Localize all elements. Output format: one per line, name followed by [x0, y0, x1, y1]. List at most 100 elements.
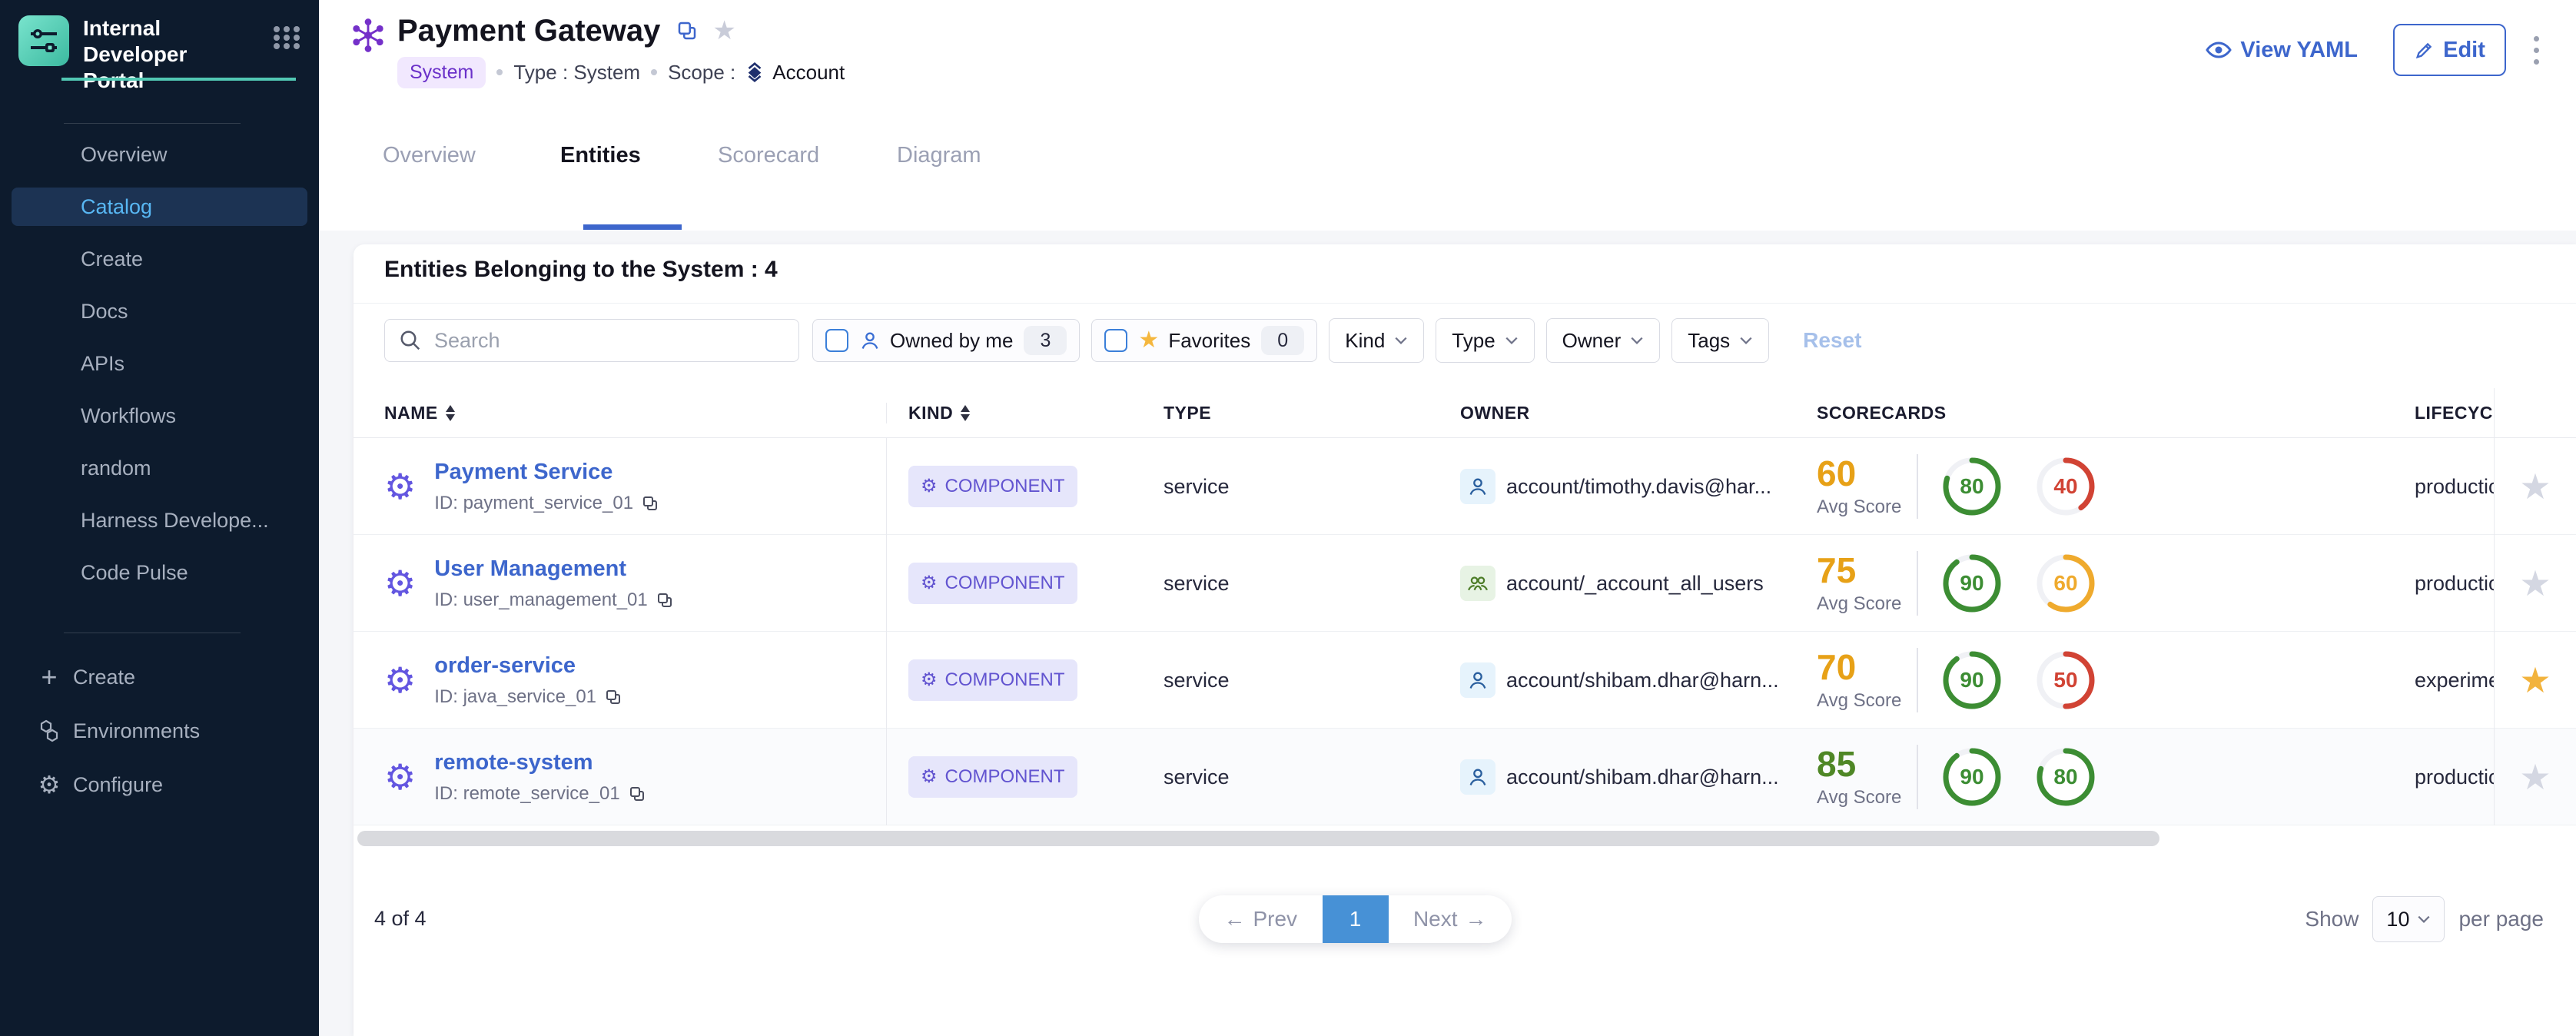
tab-entities[interactable]: Entities — [560, 131, 641, 235]
sidebar-footer-environments[interactable]: Environments — [0, 712, 319, 750]
page-size-select[interactable]: 10 — [2372, 896, 2445, 942]
apps-grid-icon[interactable] — [271, 22, 303, 58]
owner-filter-dropdown[interactable]: Owner — [1546, 318, 1661, 363]
scope-value: Account — [772, 61, 845, 85]
sidebar-footer-configure[interactable]: ⚙ Configure — [0, 765, 319, 804]
copy-id-icon[interactable] — [604, 688, 622, 706]
sort-icon[interactable] — [961, 405, 970, 421]
sort-icon[interactable] — [446, 405, 455, 421]
avg-score-value: 75 — [1817, 552, 1917, 589]
favorite-cell: ★ — [2494, 632, 2576, 729]
table-row: ⚙ order-service ID: java_service_01 ⚙ CO… — [354, 632, 2576, 729]
next-label: Next — [1413, 907, 1458, 931]
kind-badge: ⚙ COMPONENT — [908, 466, 1077, 507]
component-gear-icon: ⚙ — [384, 469, 416, 504]
sidebar-item-workflows[interactable]: Workflows — [12, 397, 307, 435]
tab-scorecard[interactable]: Scorecard — [718, 131, 819, 235]
horizontal-scrollbar[interactable] — [357, 831, 2159, 846]
chevron-down-icon — [1394, 335, 1408, 346]
arrow-right-icon: → — [1466, 907, 1487, 931]
current-page-button[interactable]: 1 — [1323, 895, 1389, 943]
column-header-kind[interactable]: KIND — [887, 403, 1164, 423]
entity-name-link[interactable]: Payment Service — [434, 460, 659, 485]
search-input[interactable] — [433, 328, 766, 354]
pagination-summary: 4 of 4 — [374, 907, 427, 931]
column-header-name[interactable]: NAME — [384, 403, 887, 423]
column-header-type: TYPE — [1164, 403, 1460, 423]
copy-title-icon[interactable] — [676, 19, 699, 42]
tags-dropdown-label: Tags — [1688, 329, 1730, 353]
view-yaml-button[interactable]: View YAML — [2205, 36, 2358, 64]
tags-filter-dropdown[interactable]: Tags — [1671, 318, 1769, 363]
component-gear-icon: ⚙ — [921, 574, 938, 593]
sidebar-item-create[interactable]: Create — [12, 240, 307, 278]
page-size-control: Show 10 per page — [2305, 895, 2544, 943]
copy-id-icon[interactable] — [641, 494, 659, 513]
divider — [1917, 648, 1918, 712]
kind-filter-dropdown[interactable]: Kind — [1329, 318, 1424, 363]
favorites-filter[interactable]: ★ Favorites 0 — [1091, 319, 1317, 362]
type-filter-dropdown[interactable]: Type — [1436, 318, 1534, 363]
tab-diagram[interactable]: Diagram — [897, 131, 981, 235]
favorites-checkbox[interactable] — [1104, 329, 1127, 352]
avg-score-label: Avg Score — [1817, 787, 1917, 809]
edit-button[interactable]: Edit — [2393, 24, 2506, 76]
owned-by-me-checkbox[interactable] — [825, 329, 848, 352]
plus-icon: + — [36, 664, 62, 690]
next-page-button[interactable]: Next → — [1389, 907, 1512, 931]
scorecards-cell: 60 Avg Score 80 40 — [1817, 454, 2415, 519]
entity-name-link[interactable]: order-service — [434, 653, 622, 679]
owner-name: account/shibam.dhar@harn... — [1506, 765, 1779, 789]
entity-id: ID: java_service_01 — [434, 686, 596, 708]
copy-id-icon[interactable] — [656, 591, 674, 609]
entity-name-link[interactable]: User Management — [434, 556, 674, 582]
scorecards-cell: 75 Avg Score 90 60 — [1817, 551, 2415, 616]
sidebar-item-code-pulse[interactable]: Code Pulse — [12, 553, 307, 592]
favorite-star-icon[interactable]: ★ — [2519, 469, 2551, 504]
entity-tabs: Overview Entities Scorecard Diagram — [319, 115, 2576, 231]
arrow-left-icon: ← — [1223, 907, 1245, 931]
owner-name: account/shibam.dhar@harn... — [1506, 669, 1779, 692]
prev-page-button[interactable]: ← Prev — [1199, 907, 1323, 931]
entity-owner-cell: account/timothy.davis@har... — [1460, 469, 1817, 504]
kind-dropdown-label: Kind — [1345, 329, 1385, 353]
copy-id-icon[interactable] — [628, 785, 646, 803]
favorite-star-icon[interactable]: ★ — [2519, 759, 2551, 795]
column-header-lifecycle: LIFECYCLE — [2415, 403, 2494, 423]
reset-filters-button[interactable]: Reset — [1803, 328, 1861, 353]
sidebar-item-apis[interactable]: APIs — [12, 344, 307, 383]
owner-name: account/timothy.davis@har... — [1506, 475, 1771, 499]
divider — [1917, 745, 1918, 809]
favorite-star-icon[interactable]: ★ — [2519, 662, 2551, 698]
sidebar-item-random[interactable]: random — [12, 449, 307, 487]
harness-idp-logo-icon — [18, 15, 69, 66]
owned-by-me-filter[interactable]: Owned by me 3 — [812, 319, 1080, 362]
favorite-star-icon[interactable]: ★ — [2519, 566, 2551, 601]
component-gear-icon: ⚙ — [921, 768, 938, 786]
entity-name-link[interactable]: remote-system — [434, 750, 646, 775]
system-kind-badge: System — [397, 57, 486, 88]
sidebar-nav: Overview Catalog Create Docs APIs Workfl… — [0, 135, 319, 606]
sidebar-footer: + Create Environments ⚙ Configure — [0, 658, 319, 819]
avg-score-value: 70 — [1817, 649, 1917, 686]
table-row: ⚙ Payment Service ID: payment_service_01… — [354, 438, 2576, 535]
sidebar-item-catalog[interactable]: Catalog — [12, 188, 307, 226]
sidebar-footer-create[interactable]: + Create — [0, 658, 319, 696]
scorecard-ring: 80 — [2033, 745, 2098, 809]
entity-type-cell: service — [1164, 475, 1460, 499]
entity-kind-cell: ⚙ COMPONENT — [887, 563, 1164, 604]
scorecards-cell: 85 Avg Score 90 80 — [1817, 745, 2415, 809]
eye-icon — [2205, 36, 2232, 64]
sidebar-item-overview[interactable]: Overview — [12, 135, 307, 174]
favorite-title-star-icon[interactable]: ★ — [712, 18, 735, 44]
avg-score-value: 85 — [1817, 745, 1917, 782]
chevron-down-icon — [1739, 335, 1753, 346]
search-box[interactable] — [384, 319, 799, 362]
sidebar-footer-environments-label: Environments — [73, 719, 200, 743]
sidebar-item-docs[interactable]: Docs — [12, 292, 307, 330]
sidebar-item-harness-developer[interactable]: Harness Develope... — [12, 501, 307, 540]
tab-overview[interactable]: Overview — [383, 131, 476, 235]
divider — [1917, 551, 1918, 616]
more-options-kebab-icon[interactable] — [2529, 32, 2544, 69]
favorites-column-header — [2494, 388, 2576, 438]
